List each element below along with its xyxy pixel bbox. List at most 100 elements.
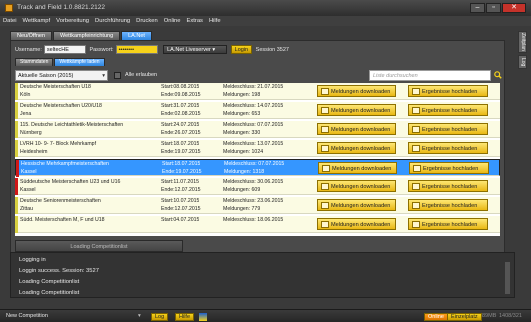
upload-results-button[interactable]: Ergebnisse hochladen	[408, 142, 488, 154]
download-entries-button[interactable]: Meldungen downloaden	[317, 142, 396, 154]
competition-entries: Meldungen: 1024	[223, 149, 264, 155]
competition-end: Ende:09.08.2015	[161, 92, 201, 98]
competition-place: Kassel	[20, 187, 36, 193]
tab-la-net[interactable]: LA.Net	[121, 31, 152, 40]
download-icon	[321, 221, 329, 228]
upload-results-button[interactable]: Ergebnisse hochladen	[408, 85, 488, 97]
download-entries-button[interactable]: Meldungen downloaden	[317, 104, 396, 116]
download-icon	[321, 202, 329, 209]
competition-row[interactable]: Südd. Meisterschaften M, F und U18 Start:…	[15, 216, 500, 233]
competition-end: Ende:19.07.2015	[162, 169, 202, 175]
upload-button-label: Ergebnisse hochladen	[422, 127, 478, 133]
competition-entries: Meldungen: 330	[223, 130, 261, 136]
menu-durchfuehrung[interactable]: Durchführung	[92, 16, 133, 24]
server-select[interactable]: LA.Net Liveserver ▾	[163, 45, 228, 54]
search-input[interactable]: Liste durchsuchen	[369, 70, 491, 81]
upload-icon	[412, 202, 420, 209]
menu-online[interactable]: Online	[161, 16, 184, 24]
help-button[interactable]: Hilfe	[175, 313, 195, 321]
upload-results-button[interactable]: Ergebnisse hochladen	[408, 123, 488, 135]
competition-row[interactable]: Deutsche Seniorenmeisterschaften Zittau St…	[15, 197, 500, 214]
competition-row[interactable]: LVRH 10- 9- 7- Block Mehrkampf Heidesheim…	[15, 140, 500, 157]
competition-name: Süddeutsche Meisterschaften U23 und U16	[20, 179, 121, 185]
side-tab-zeitplan[interactable]: Zeitplan	[518, 31, 527, 53]
side-tab-log[interactable]: Log	[518, 55, 527, 69]
competition-end: Ende:12.07.2015	[161, 187, 201, 193]
competition-entries: Meldungen: 1318	[224, 169, 265, 175]
log-button[interactable]: Log	[151, 313, 169, 321]
upload-results-button[interactable]: Ergebnisse hochladen	[408, 218, 488, 230]
tab-wettkampfeinrichtung[interactable]: Wettkampfeinrichtung	[53, 31, 121, 40]
season-select[interactable]: Aktuelle Saison (2015) ▾	[15, 70, 108, 81]
download-icon	[322, 165, 330, 172]
login-button[interactable]: Login	[230, 45, 253, 54]
competition-entries: Meldungen: 653	[223, 111, 261, 117]
competition-entries: Meldungen: 779	[223, 206, 261, 212]
menu-drucken[interactable]: Drucken	[133, 16, 161, 24]
online-indicator: Online	[424, 313, 448, 321]
log-line: Loading Competitionlist	[19, 290, 80, 296]
side-tabs: Zeitplan Log	[518, 31, 528, 71]
download-entries-button[interactable]: Meldungen downloaden	[318, 162, 397, 174]
competition-row[interactable]: Deutsche Meisterschaften U20/U18 Jena Star…	[15, 102, 500, 119]
competition-start: Start:11.07.2015	[161, 179, 199, 185]
competition-row[interactable]: Süddeutsche Meisterschaften U23 und U16 K…	[15, 178, 500, 195]
competition-start: Start:04.07.2015	[161, 217, 200, 223]
log-scrollbar[interactable]	[505, 262, 510, 294]
log-line: Loading Competitionlist	[19, 279, 80, 285]
competition-row[interactable]: Deutsche Meisterschaften U18 Köln Start:08…	[15, 83, 500, 100]
sub-tabs: Stammdaten Wettkämpfe laden	[15, 58, 106, 66]
menu-vorbereitung[interactable]: Vorbereitung	[53, 16, 92, 24]
menu-datei[interactable]: Datei	[0, 16, 20, 24]
minimize-button[interactable]: –	[470, 3, 485, 13]
competition-entries: Meldungen: 198	[223, 92, 261, 98]
upload-button-label: Ergebnisse hochladen	[422, 89, 478, 95]
tab-neu-oeffnen[interactable]: Neu/Öffnen	[10, 31, 53, 40]
password-input[interactable]: ••••••••	[115, 45, 158, 54]
menu-extras[interactable]: Extras	[184, 16, 206, 24]
download-button-label: Meldungen downloaden	[331, 146, 391, 152]
maximize-button[interactable]: ▫	[486, 3, 501, 13]
login-row: Username: seltecHE Passwort: •••••••• LA.N…	[15, 45, 500, 55]
status-marker	[15, 140, 18, 157]
tab-stammdaten[interactable]: Stammdaten	[15, 58, 54, 66]
competition-row[interactable]: 115. Deutsche Leichtathletik-Meisterscha…	[15, 121, 500, 138]
download-icon	[321, 107, 329, 114]
download-entries-button[interactable]: Meldungen downloaden	[317, 199, 396, 211]
competition-place: Nürnberg	[20, 130, 42, 136]
competition-place: Heidesheim	[20, 149, 48, 155]
log-tab[interactable]: Loading Competitionlist	[15, 240, 183, 252]
menu-hilfe[interactable]: Hilfe	[206, 16, 224, 24]
competition-deadline: Meldeschluss: 13.07.2015	[223, 141, 284, 147]
status-marker	[15, 197, 18, 214]
menu-wettkampf[interactable]: Wettkampf	[20, 16, 54, 24]
competition-select[interactable]: New Competition	[6, 313, 148, 321]
download-entries-button[interactable]: Meldungen downloaden	[317, 123, 396, 135]
competition-start: Start:24.07.2015	[161, 122, 200, 128]
download-entries-button[interactable]: Meldungen downloaden	[317, 218, 396, 230]
competition-end: Ende:26.07.2015	[161, 130, 201, 136]
all-allowed-checkbox[interactable]	[114, 72, 121, 79]
download-entries-button[interactable]: Meldungen downloaden	[317, 180, 396, 192]
tab-wettkaempfe-laden[interactable]: Wettkämpfe laden	[54, 58, 105, 66]
close-button[interactable]: ✕	[502, 3, 526, 13]
search-icon[interactable]	[494, 71, 502, 79]
upload-results-button[interactable]: Ergebnisse hochladen	[408, 199, 488, 211]
upload-icon	[412, 88, 420, 95]
all-allowed-label: Alle erlauben	[125, 72, 158, 78]
download-entries-button[interactable]: Meldungen downloaden	[317, 85, 396, 97]
competition-row[interactable]: Hessische Mehrkampfmeisterschaften Kassel…	[15, 159, 500, 177]
upload-results-button[interactable]: Ergebnisse hochladen	[408, 180, 488, 192]
build-info: 1408/321	[499, 313, 522, 319]
competition-name: LVRH 10- 9- 7- Block Mehrkampf	[20, 141, 97, 147]
download-button-label: Meldungen downloaden	[331, 222, 391, 228]
competition-place: Kassel	[21, 169, 37, 175]
competition-end: Ende:19.07.2015	[161, 149, 201, 155]
username-input[interactable]: seltecHE	[43, 45, 86, 54]
upload-results-button[interactable]: Ergebnisse hochladen	[408, 104, 488, 116]
competition-start: Start:18.07.2015	[161, 141, 200, 147]
ram-usage: 89MB	[482, 313, 497, 319]
upload-results-button[interactable]: Ergebnisse hochladen	[409, 162, 489, 174]
menu-bar: Datei Wettkampf Vorbereitung Durchführung Dr…	[0, 16, 531, 26]
main-tabs: Neu/Öffnen Wettkampfeinrichtung LA.Net	[10, 31, 153, 40]
